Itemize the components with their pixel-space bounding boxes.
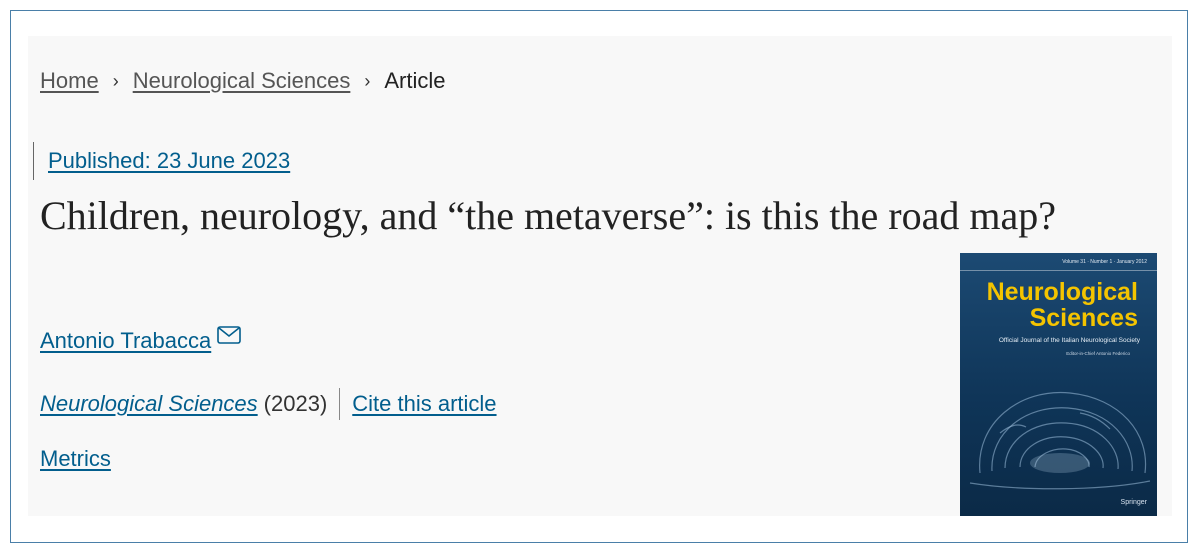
cover-editor: Editor-in-Chief Antonio Federico bbox=[1066, 351, 1130, 356]
author-link[interactable]: Antonio Trabacca bbox=[40, 328, 211, 354]
journal-link[interactable]: Neurological Sciences bbox=[40, 391, 258, 417]
publication-year: (2023) bbox=[263, 391, 328, 416]
published-date-block: Published: 23 June 2023 bbox=[33, 142, 290, 180]
metrics-link[interactable]: Metrics bbox=[40, 446, 111, 472]
cover-publisher: Springer bbox=[1120, 499, 1147, 506]
cite-article-link[interactable]: Cite this article bbox=[352, 391, 496, 417]
divider bbox=[339, 388, 341, 420]
breadcrumb: Home › Neurological Sciences › Article bbox=[40, 68, 445, 94]
author-line: Antonio Trabacca bbox=[40, 326, 242, 354]
citation-line: Neurological Sciences (2023) Cite this a… bbox=[40, 388, 497, 420]
breadcrumb-journal-link[interactable]: Neurological Sciences bbox=[133, 68, 351, 94]
article-title: Children, neurology, and “the metaverse”… bbox=[40, 193, 1056, 238]
chevron-right-icon: › bbox=[364, 70, 371, 91]
brain-illustration bbox=[969, 391, 1151, 490]
mail-icon[interactable] bbox=[217, 324, 242, 350]
cover-title-line2: Sciences bbox=[1029, 304, 1138, 332]
breadcrumb-current: Article bbox=[384, 68, 446, 93]
breadcrumb-home-link[interactable]: Home bbox=[40, 68, 99, 94]
cover-title: Neurological Sciences bbox=[960, 279, 1138, 331]
cover-subtitle: Official Journal of the Italian Neurolog… bbox=[998, 337, 1140, 344]
cover-issue-line: Volume 31 · Number 1 · January 2012 bbox=[960, 253, 1157, 271]
journal-cover-image[interactable]: Volume 31 · Number 1 · January 2012 Neur… bbox=[960, 253, 1157, 516]
cover-title-line1: Neurological bbox=[986, 278, 1138, 306]
chevron-right-icon: › bbox=[112, 70, 119, 91]
published-date-link[interactable]: Published: 23 June 2023 bbox=[48, 148, 290, 174]
